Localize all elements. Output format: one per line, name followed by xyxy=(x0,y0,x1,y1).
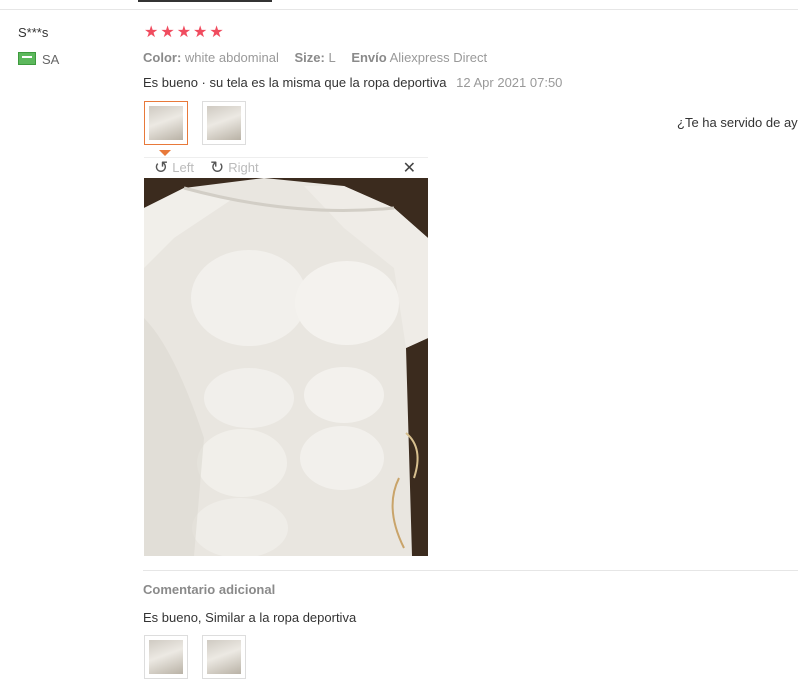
rating-stars: ★ ★ ★ ★ ★ xyxy=(144,25,224,41)
star-icon: ★ xyxy=(209,24,224,41)
attr-color-key: Color: xyxy=(143,50,182,65)
photo-viewer-toolbar: ↺ Left ↻ Right ✕ xyxy=(144,157,428,179)
photo-thumbnail xyxy=(149,640,183,674)
star-icon: ★ xyxy=(144,24,159,41)
star-icon: ★ xyxy=(176,24,192,41)
review-text: Es bueno · su tela es la misma que la ro… xyxy=(143,75,447,90)
star-icon: ★ xyxy=(160,24,175,41)
reviewer-name: S***s xyxy=(18,25,49,40)
product-attributes: Color: white abdominal Size: L Envío Ali… xyxy=(143,50,499,65)
attr-size-key: Size: xyxy=(294,50,325,65)
attr-shipping-value: Aliexpress Direct xyxy=(389,50,488,65)
review-photo-thumb[interactable] xyxy=(202,101,246,145)
review-body: Es bueno · su tela es la misma que la ro… xyxy=(143,75,562,90)
rotate-right-icon: ↻ xyxy=(210,158,225,177)
additional-comment-title: Comentario adicional xyxy=(143,582,276,597)
attr-color-value: white abdominal xyxy=(184,50,279,65)
enlarged-review-photo xyxy=(144,178,428,556)
divider xyxy=(0,9,798,10)
additional-comment-text: Es bueno, Similar a la ropa deportiva xyxy=(143,610,357,625)
country-flag-icon xyxy=(18,52,36,65)
photo-thumbnail xyxy=(207,640,241,674)
review-date: 12 Apr 2021 07:50 xyxy=(456,75,563,90)
rotate-right-label: Right xyxy=(228,160,259,175)
rotate-left-icon: ↺ xyxy=(154,158,169,177)
rotate-left-label: Left xyxy=(172,160,194,175)
additional-photo-thumb[interactable] xyxy=(144,635,188,679)
rotate-left-button[interactable]: ↺ Left xyxy=(154,159,194,176)
attr-shipping-key: Envío xyxy=(351,50,387,65)
photo-thumbnail xyxy=(207,106,241,140)
review-photo-thumb[interactable] xyxy=(144,101,188,145)
attr-size-value: L xyxy=(328,50,336,65)
photo-thumbnail xyxy=(149,106,183,140)
divider xyxy=(143,570,798,571)
additional-photo-thumb[interactable] xyxy=(202,635,246,679)
reviewer-country: SA xyxy=(42,52,60,67)
close-icon[interactable]: ✕ xyxy=(403,158,416,178)
helpful-prompt: ¿Te ha servido de ay xyxy=(677,115,798,130)
active-tab-indicator xyxy=(138,0,272,2)
rotate-right-button[interactable]: ↻ Right xyxy=(210,159,259,176)
star-icon: ★ xyxy=(193,24,208,41)
thumb-pointer xyxy=(159,150,171,156)
